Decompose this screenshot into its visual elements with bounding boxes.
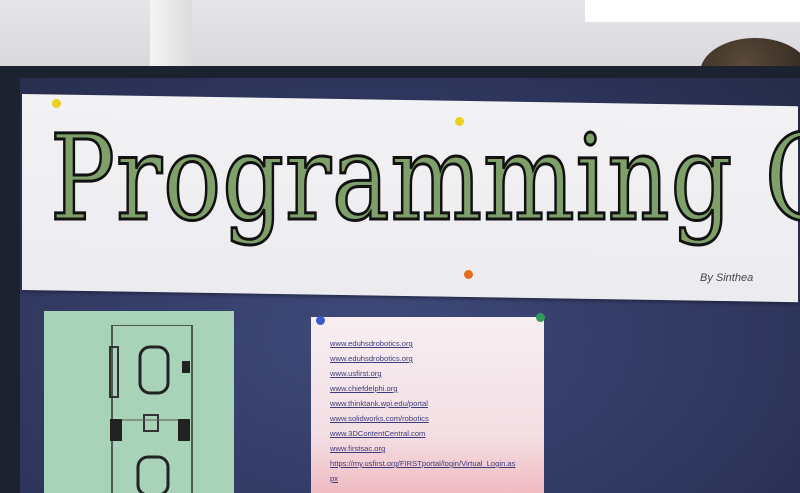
link-text: www.solidworks.com/robotics (330, 414, 429, 423)
link-text: www.chiefdelphi.org (330, 384, 398, 393)
link-text: https://my.usfirst.org/FIRSTportal/login… (330, 459, 516, 468)
link-text: www.eduhsdrobotics.org (330, 339, 413, 348)
banner-title: Programming Cave (49, 108, 800, 249)
links-list: www.eduhsdrobotics.org www.eduhsdrobotic… (330, 336, 540, 486)
pushpin-green (536, 313, 545, 322)
link-text: www.thinktank.wpi.edu/portal (330, 399, 428, 408)
pushpin-orange (464, 270, 473, 279)
photo-scene: Programming Cave By Sinthea www.eduhsdro… (0, 0, 800, 493)
link-text: www.3DContentCentral.com (330, 429, 426, 438)
banner-signature: By Sinthea (700, 272, 754, 284)
pushpin-yellow (52, 99, 61, 108)
link-text: www.eduhsdrobotics.org (330, 354, 413, 363)
pushpin-blue (316, 316, 325, 325)
link-text: www.usfirst.org (330, 369, 382, 378)
wall-pillar (150, 0, 192, 72)
pushpin-yellow (455, 117, 464, 126)
link-text: www.firstsac.org (330, 444, 386, 453)
floor-plan-drawing (109, 325, 193, 493)
ceiling-light (585, 0, 800, 22)
link-text: px (330, 474, 339, 483)
